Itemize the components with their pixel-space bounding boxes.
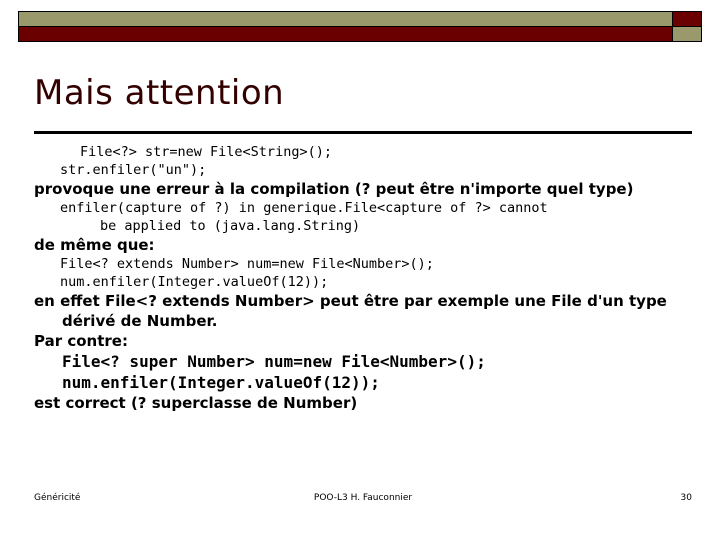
title-underline-rule bbox=[34, 131, 692, 134]
slide-body: File<?> str=new File<String>(); str.enfil… bbox=[34, 143, 698, 413]
body-code-line: enfiler(capture of ?) in generique.File<… bbox=[60, 200, 548, 216]
header-bar-top-main bbox=[19, 12, 674, 26]
slide-footer: Généricité POO-L3 H. Fauconnier 30 bbox=[34, 492, 692, 506]
slide: Mais attention File<?> str=new File<Stri… bbox=[0, 0, 720, 540]
header-decoration bbox=[18, 11, 702, 44]
body-prose-line: dérivé de Number. bbox=[62, 312, 218, 330]
slide-title: Mais attention bbox=[34, 73, 285, 113]
footer-page-number: 30 bbox=[680, 493, 692, 503]
body-code-line: be applied to (java.lang.String) bbox=[100, 218, 361, 234]
body-prose-line: de même que: bbox=[34, 236, 155, 254]
footer-course: POO-L3 H. Fauconnier bbox=[313, 493, 413, 503]
header-bar-top bbox=[18, 11, 702, 27]
body-code-line: File<? extends Number> num=new File<Numb… bbox=[60, 256, 434, 272]
header-bar-bottom-cap bbox=[672, 27, 701, 41]
body-prose-line: Par contre: bbox=[34, 332, 128, 350]
body-prose-line: en effet File<? extends Number> peut êtr… bbox=[34, 292, 667, 310]
body-prose-line: provoque une erreur à la compilation (? … bbox=[34, 180, 634, 198]
body-code-line: str.enfiler("un"); bbox=[60, 162, 207, 178]
header-bar-top-cap bbox=[672, 12, 701, 26]
header-bar-bottom-main bbox=[19, 27, 674, 41]
body-code-line-emphasized: num.enfiler(Integer.valueOf(12)); bbox=[62, 373, 380, 392]
header-bar-bottom bbox=[18, 26, 702, 42]
body-code-line: num.enfiler(Integer.valueOf(12)); bbox=[60, 274, 329, 290]
body-code-line-emphasized: File<? super Number> num=new File<Number… bbox=[62, 352, 486, 371]
body-code-line: File<?> str=new File<String>(); bbox=[80, 144, 332, 160]
body-prose-line: est correct (? superclasse de Number) bbox=[34, 394, 358, 412]
